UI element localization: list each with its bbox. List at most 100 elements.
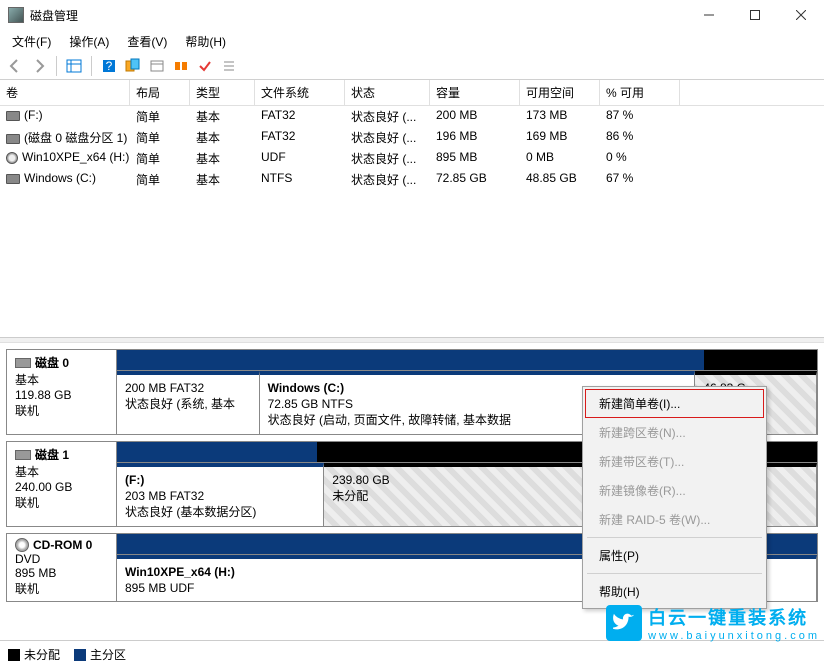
disk-icon bbox=[15, 450, 31, 460]
menu-view[interactable]: 查看(V) bbox=[119, 31, 175, 52]
svg-text:?: ? bbox=[106, 59, 113, 73]
list-row[interactable]: Win10XPE_x64 (H:)简单基本UDF状态良好 (...895 MB0… bbox=[0, 148, 824, 169]
cell-type: 基本 bbox=[190, 148, 255, 169]
volume-name: Windows (C:) bbox=[24, 171, 96, 185]
cell-pct: 87 % bbox=[600, 106, 680, 127]
partition-line1: 200 MB FAT32 bbox=[125, 381, 251, 395]
cell-status: 状态良好 (... bbox=[345, 106, 430, 127]
view-icon[interactable] bbox=[63, 55, 85, 77]
volume-name: Win10XPE_x64 (H:) bbox=[22, 150, 129, 164]
disk-name: CD-ROM 0 bbox=[33, 538, 92, 552]
cell-free: 173 MB bbox=[520, 106, 600, 127]
legend-unalloc-swatch bbox=[8, 649, 20, 661]
cm-new-striped-volume: 新建带区卷(T)... bbox=[585, 447, 764, 476]
legend: 未分配 主分区 bbox=[0, 640, 824, 668]
disk-status: 联机 bbox=[15, 402, 108, 419]
disk-info: CD-ROM 0DVD895 MB联机 bbox=[7, 534, 117, 601]
col-pct[interactable]: % 可用 bbox=[600, 80, 680, 105]
list-row[interactable]: (F:)简单基本FAT32状态良好 (...200 MB173 MB87 % bbox=[0, 106, 824, 127]
partition-color-bar bbox=[252, 350, 704, 370]
volume-list[interactable]: 卷 布局 类型 文件系统 状态 容量 可用空间 % 可用 (F:)简单基本FAT… bbox=[0, 80, 824, 338]
volume-name: (F:) bbox=[24, 108, 43, 122]
partition[interactable]: 200 MB FAT32状态良好 (系统, 基本 bbox=[117, 371, 260, 434]
partition-color-bar bbox=[117, 350, 252, 370]
col-status[interactable]: 状态 bbox=[345, 80, 430, 105]
cell-pct: 0 % bbox=[600, 148, 680, 169]
disk-name: 磁盘 1 bbox=[35, 446, 69, 463]
forward-button[interactable] bbox=[28, 55, 50, 77]
disk-status: 联机 bbox=[15, 494, 108, 511]
maximize-button[interactable] bbox=[732, 0, 778, 30]
cell-layout: 简单 bbox=[130, 169, 190, 190]
watermark-url: www.baiyunxitong.com bbox=[648, 630, 820, 642]
toolbar-icon-1[interactable] bbox=[122, 55, 144, 77]
list-row[interactable]: Windows (C:)简单基本NTFS状态良好 (...72.85 GB48.… bbox=[0, 169, 824, 190]
cell-capacity: 196 MB bbox=[430, 127, 520, 148]
minimize-button[interactable] bbox=[686, 0, 732, 30]
cell-layout: 简单 bbox=[130, 148, 190, 169]
cm-new-mirrored-volume: 新建镜像卷(R)... bbox=[585, 476, 764, 505]
col-type[interactable]: 类型 bbox=[190, 80, 255, 105]
legend-primary-label: 主分区 bbox=[90, 646, 126, 663]
menu-help[interactable]: 帮助(H) bbox=[177, 31, 234, 52]
watermark-logo-icon bbox=[606, 605, 642, 641]
toolbar-icon-3[interactable] bbox=[170, 55, 192, 77]
toolbar-check-icon[interactable] bbox=[194, 55, 216, 77]
disk-type: DVD bbox=[15, 552, 108, 566]
cm-new-spanned-volume: 新建跨区卷(N)... bbox=[585, 418, 764, 447]
cell-free: 0 MB bbox=[520, 148, 600, 169]
cell-capacity: 200 MB bbox=[430, 106, 520, 127]
menu-action[interactable]: 操作(A) bbox=[61, 31, 117, 52]
cell-status: 状态良好 (... bbox=[345, 148, 430, 169]
col-layout[interactable]: 布局 bbox=[130, 80, 190, 105]
watermark: 白云一键重装系统 www.baiyunxitong.com bbox=[606, 604, 820, 642]
back-button[interactable] bbox=[4, 55, 26, 77]
col-free[interactable]: 可用空间 bbox=[520, 80, 600, 105]
volume-icon bbox=[6, 174, 20, 184]
cell-fs: NTFS bbox=[255, 169, 345, 190]
cell-capacity: 895 MB bbox=[430, 148, 520, 169]
app-icon bbox=[8, 7, 24, 23]
col-volume[interactable]: 卷 bbox=[0, 80, 130, 105]
toolbar-list-icon[interactable] bbox=[218, 55, 240, 77]
cell-type: 基本 bbox=[190, 106, 255, 127]
volume-icon bbox=[6, 134, 20, 144]
toolbar-icon-2[interactable] bbox=[146, 55, 168, 77]
cell-status: 状态良好 (... bbox=[345, 127, 430, 148]
legend-primary-swatch bbox=[74, 649, 86, 661]
list-header: 卷 布局 类型 文件系统 状态 容量 可用空间 % 可用 bbox=[0, 80, 824, 106]
disk-type: 基本 bbox=[15, 463, 108, 480]
volume-name: (磁盘 0 磁盘分区 1) bbox=[24, 131, 127, 145]
cell-status: 状态良好 (... bbox=[345, 169, 430, 190]
list-row[interactable]: (磁盘 0 磁盘分区 1)简单基本FAT32状态良好 (...196 MB169… bbox=[0, 127, 824, 148]
disk-name: 磁盘 0 bbox=[35, 354, 69, 371]
close-button[interactable] bbox=[778, 0, 824, 30]
disk-size: 240.00 GB bbox=[15, 480, 108, 494]
disk-status: 联机 bbox=[15, 580, 108, 597]
cell-pct: 67 % bbox=[600, 169, 680, 190]
cm-new-simple-volume[interactable]: 新建简单卷(I)... bbox=[585, 389, 764, 418]
disk-info: 磁盘 0基本119.88 GB联机 bbox=[7, 350, 117, 434]
volume-icon bbox=[6, 152, 18, 164]
partition[interactable]: (F:)203 MB FAT32状态良好 (基本数据分区) bbox=[117, 463, 324, 526]
col-fs[interactable]: 文件系统 bbox=[255, 80, 345, 105]
cm-help[interactable]: 帮助(H) bbox=[585, 577, 764, 606]
cell-free: 169 MB bbox=[520, 127, 600, 148]
disk-info: 磁盘 1基本240.00 GB联机 bbox=[7, 442, 117, 526]
partition-line1: 203 MB FAT32 bbox=[125, 489, 315, 503]
partition-color-bar bbox=[704, 350, 817, 370]
menubar: 文件(F) 操作(A) 查看(V) 帮助(H) bbox=[0, 30, 824, 52]
cell-type: 基本 bbox=[190, 127, 255, 148]
cell-layout: 简单 bbox=[130, 127, 190, 148]
menu-file[interactable]: 文件(F) bbox=[4, 31, 59, 52]
disk-icon bbox=[15, 538, 29, 552]
col-capacity[interactable]: 容量 bbox=[430, 80, 520, 105]
cm-properties[interactable]: 属性(P) bbox=[585, 541, 764, 570]
disk-icon bbox=[15, 358, 31, 368]
toolbar: ? bbox=[0, 52, 824, 80]
help-icon[interactable]: ? bbox=[98, 55, 120, 77]
titlebar: 磁盘管理 bbox=[0, 0, 824, 30]
cell-capacity: 72.85 GB bbox=[430, 169, 520, 190]
cell-fs: FAT32 bbox=[255, 127, 345, 148]
disk-type: 基本 bbox=[15, 371, 108, 388]
